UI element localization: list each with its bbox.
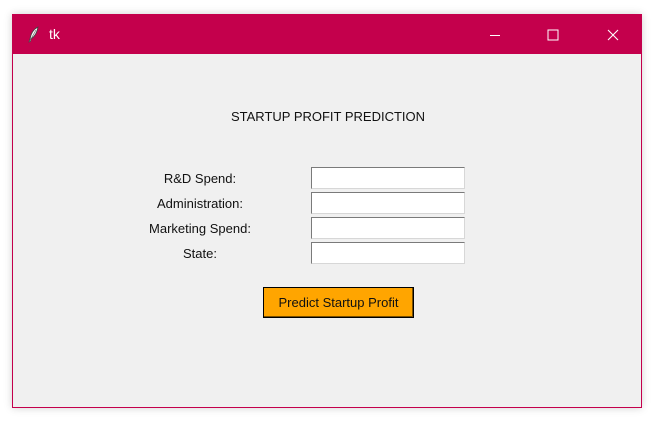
maximize-button[interactable]	[524, 15, 582, 54]
minimize-icon	[490, 34, 500, 36]
form-panel: STARTUP PROFIT PREDICTION R&D Spend: Adm…	[13, 54, 641, 407]
administration-label: Administration:	[157, 196, 243, 211]
state-input[interactable]	[311, 242, 465, 264]
predict-startup-profit-button[interactable]: Predict Startup Profit	[263, 287, 414, 318]
close-button[interactable]	[584, 15, 642, 54]
marketing-spend-input[interactable]	[311, 217, 465, 239]
maximize-icon	[547, 29, 559, 40]
administration-input[interactable]	[311, 192, 465, 214]
close-icon	[607, 29, 619, 40]
marketing-spend-label: Marketing Spend:	[149, 221, 251, 236]
minimize-button[interactable]	[466, 15, 524, 54]
window-title: tk	[49, 26, 60, 42]
rd-spend-input[interactable]	[311, 167, 465, 189]
app-window: tk STARTUP PROFIT PREDICTION R&D Spend: …	[12, 14, 642, 408]
rd-spend-label: R&D Spend:	[163, 171, 237, 186]
feather-icon	[25, 25, 43, 43]
state-label: State:	[183, 246, 217, 261]
title-bar[interactable]: tk	[13, 15, 641, 54]
page-title: STARTUP PROFIT PREDICTION	[230, 109, 426, 124]
